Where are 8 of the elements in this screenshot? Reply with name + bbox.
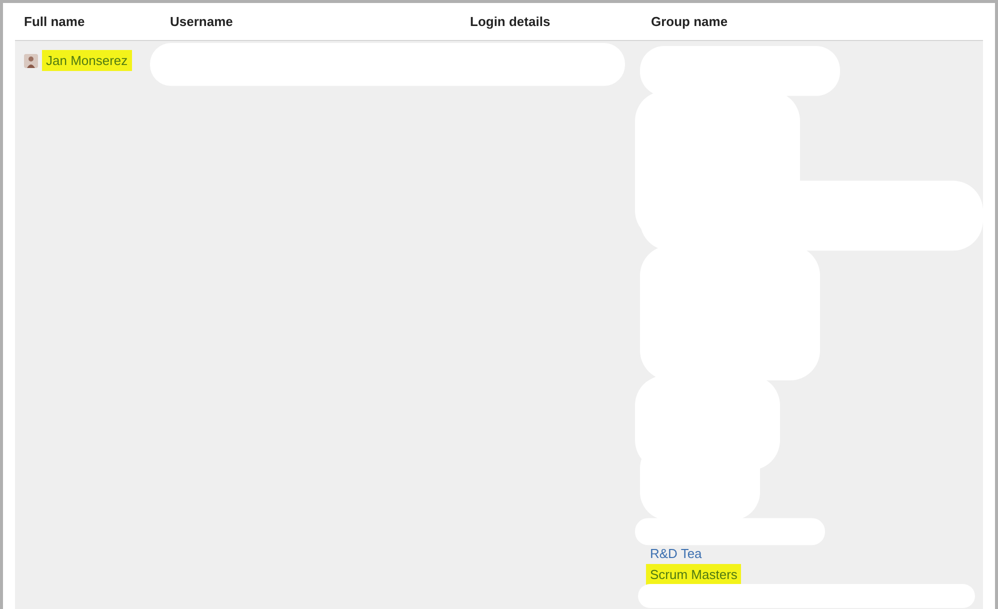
- column-header: Login details: [470, 14, 552, 29]
- column-header: Group name: [651, 14, 729, 29]
- column-header: Username: [170, 14, 234, 29]
- column-header: Full name: [24, 14, 86, 29]
- group-link[interactable]: R&D Tea: [646, 543, 706, 564]
- group-link[interactable]: Scrum Masters: [646, 564, 742, 585]
- avatar-icon: [24, 54, 38, 68]
- user-link[interactable]: Jan Monserez: [42, 50, 132, 71]
